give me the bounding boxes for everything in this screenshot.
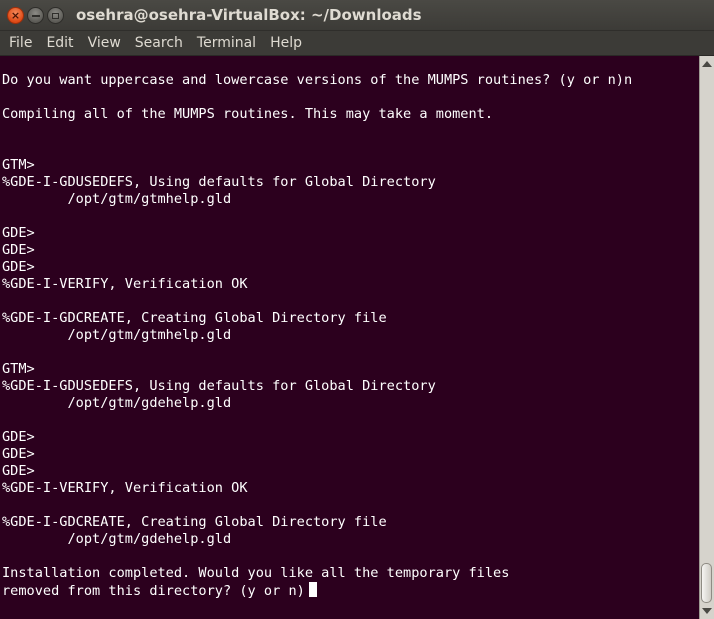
terminal-line: %GDE-I-VERIFY, Verification OK: [2, 480, 248, 496]
terminal-line: GDE>: [2, 259, 35, 275]
terminal-line: %GDE-I-GDUSEDEFS, Using defaults for Glo…: [2, 378, 436, 394]
maximize-button[interactable]: [47, 7, 64, 24]
title-bar[interactable]: × osehra@osehra-VirtualBox: ~/Downloads: [0, 0, 714, 31]
scroll-down-arrow-icon[interactable]: [702, 608, 712, 614]
text-cursor: [308, 582, 317, 597]
terminal-line: %GDE-I-GDUSEDEFS, Using defaults for Glo…: [2, 174, 436, 190]
menu-file[interactable]: File: [2, 31, 39, 56]
terminal-output[interactable]: Do you want uppercase and lowercase vers…: [0, 56, 699, 619]
terminal-window: × osehra@osehra-VirtualBox: ~/Downloads …: [0, 0, 714, 619]
terminal-prompt-line: removed from this directory? (y or n): [2, 582, 317, 599]
minimize-icon: [31, 14, 40, 17]
minimize-button[interactable]: [27, 7, 44, 24]
terminal-line: /opt/gtm/gtmhelp.gld: [2, 191, 232, 207]
terminal-line: /opt/gtm/gdehelp.gld: [2, 531, 232, 547]
terminal-line: Installation completed. Would you like a…: [2, 565, 510, 581]
scrollbar-thumb[interactable]: [701, 563, 712, 603]
menu-terminal[interactable]: Terminal: [190, 31, 263, 56]
terminal-line: GDE>: [2, 429, 35, 445]
menu-search[interactable]: Search: [128, 31, 190, 56]
menu-view[interactable]: View: [81, 31, 128, 56]
terminal-line: /opt/gtm/gdehelp.gld: [2, 395, 232, 411]
menu-bar: File Edit View Search Terminal Help: [0, 31, 714, 56]
menu-edit[interactable]: Edit: [39, 31, 80, 56]
maximize-icon: [52, 12, 59, 19]
terminal-line: %GDE-I-VERIFY, Verification OK: [2, 276, 248, 292]
scroll-up-arrow-icon[interactable]: [702, 61, 712, 67]
window-title: osehra@osehra-VirtualBox: ~/Downloads: [76, 6, 422, 24]
terminal-line: Do you want uppercase and lowercase vers…: [2, 72, 633, 88]
terminal-line: GDE>: [2, 225, 35, 241]
terminal-line: %GDE-I-GDCREATE, Creating Global Directo…: [2, 514, 387, 530]
terminal-line: Compiling all of the MUMPS routines. Thi…: [2, 106, 494, 122]
menu-help[interactable]: Help: [263, 31, 309, 56]
terminal-line: GTM>: [2, 361, 35, 377]
terminal-line: GDE>: [2, 242, 35, 258]
terminal-line: %GDE-I-GDCREATE, Creating Global Directo…: [2, 310, 387, 326]
terminal-prompt-text: removed from this directory? (y or n): [2, 583, 305, 599]
terminal-line: GDE>: [2, 446, 35, 462]
terminal-line: GTM>: [2, 157, 35, 173]
vertical-scrollbar[interactable]: [699, 56, 714, 619]
terminal-line: GDE>: [2, 463, 35, 479]
close-icon: ×: [10, 9, 21, 22]
terminal-line: /opt/gtm/gtmhelp.gld: [2, 327, 232, 343]
close-button[interactable]: ×: [7, 7, 24, 24]
